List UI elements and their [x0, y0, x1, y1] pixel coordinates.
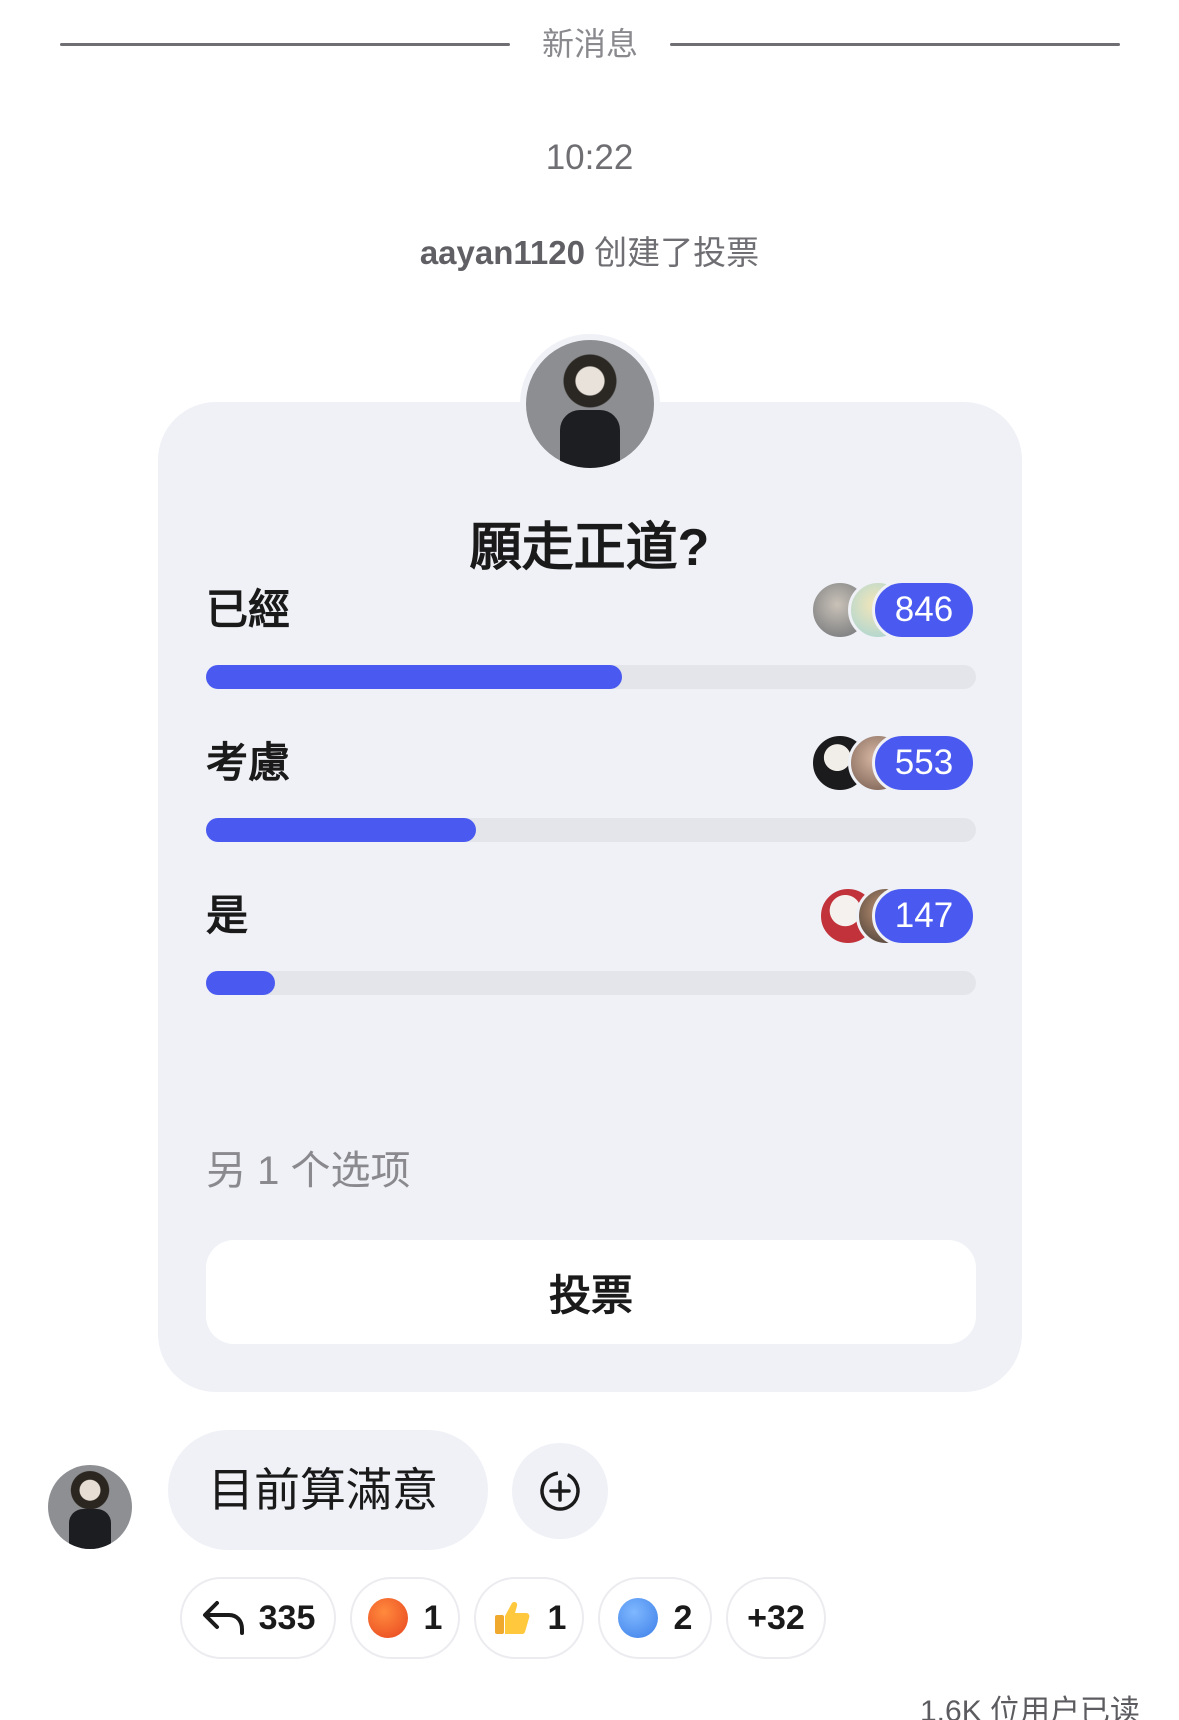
reply-icon — [202, 1601, 244, 1635]
creator-username[interactable]: aayan1120 — [420, 234, 585, 271]
new-messages-divider: 新消息 — [60, 22, 1120, 66]
created-action-text: 创建了投票 — [594, 234, 760, 271]
reactions-bar: 335 1 1 2 +32 — [180, 1577, 980, 1659]
poll-option-1[interactable]: 已經 846 — [206, 578, 976, 698]
poll-creator-avatar[interactable] — [520, 334, 660, 474]
vote-count-badge: 553 — [872, 733, 976, 793]
poll-progress-fill — [206, 818, 476, 842]
vote-button[interactable]: 投票 — [206, 1240, 976, 1344]
cold-face-icon — [617, 1598, 658, 1638]
divider-line-left — [60, 43, 510, 46]
reaction-thumbs-up[interactable]: 1 — [474, 1577, 584, 1659]
poll-option-label: 考慮 — [206, 739, 291, 786]
new-messages-label: 新消息 — [541, 26, 638, 62]
reaction-count: 335 — [258, 1598, 316, 1637]
poll-question: 願走正道? — [469, 519, 710, 577]
poll-progress-track — [206, 818, 976, 842]
reaction-cold-face[interactable]: 2 — [598, 1577, 712, 1659]
reaction-count: 1 — [547, 1598, 567, 1637]
thumbs-up-icon — [494, 1602, 529, 1634]
vote-count-badge: 147 — [872, 886, 976, 946]
more-reactions-button[interactable]: +32 — [726, 1577, 826, 1659]
add-reaction-button[interactable] — [512, 1443, 608, 1539]
more-options-link[interactable]: 另 1 个选项 — [206, 1138, 410, 1196]
poll-progress-fill — [206, 665, 622, 689]
poll-option-label: 是 — [206, 892, 249, 939]
poll-progress-track — [206, 971, 976, 995]
poll-progress-track — [206, 665, 976, 689]
vote-count-badge: 846 — [872, 580, 976, 640]
sender-avatar[interactable] — [48, 1465, 132, 1549]
reaction-count: 1 — [423, 1598, 443, 1637]
voter-avatars[interactable]: 846 — [776, 580, 976, 640]
voter-avatars[interactable]: 553 — [776, 733, 976, 793]
divider-line-right — [670, 43, 1120, 46]
message-bubble[interactable]: 目前算滿意 — [168, 1430, 488, 1550]
voter-avatars[interactable]: 147 — [776, 886, 976, 946]
reaction-reply[interactable]: 335 — [180, 1577, 336, 1659]
poll-option-3[interactable]: 是 147 — [206, 884, 976, 1004]
reaction-angry[interactable]: 1 — [350, 1577, 460, 1659]
poll-option-label: 已經 — [206, 586, 291, 633]
more-reactions-count: +32 — [747, 1598, 805, 1637]
message-time: 10:22 — [545, 138, 634, 177]
poll-option-2[interactable]: 考慮 553 — [206, 731, 976, 851]
poll-progress-fill — [206, 971, 276, 995]
reaction-count: 2 — [673, 1598, 693, 1637]
poll-created-notice: aayan1120 创建了投票 — [0, 226, 1179, 274]
add-reaction-icon — [540, 1471, 580, 1511]
angry-face-icon — [367, 1598, 408, 1638]
read-receipt: 1.6K 位用户已读 — [920, 1695, 1141, 1720]
